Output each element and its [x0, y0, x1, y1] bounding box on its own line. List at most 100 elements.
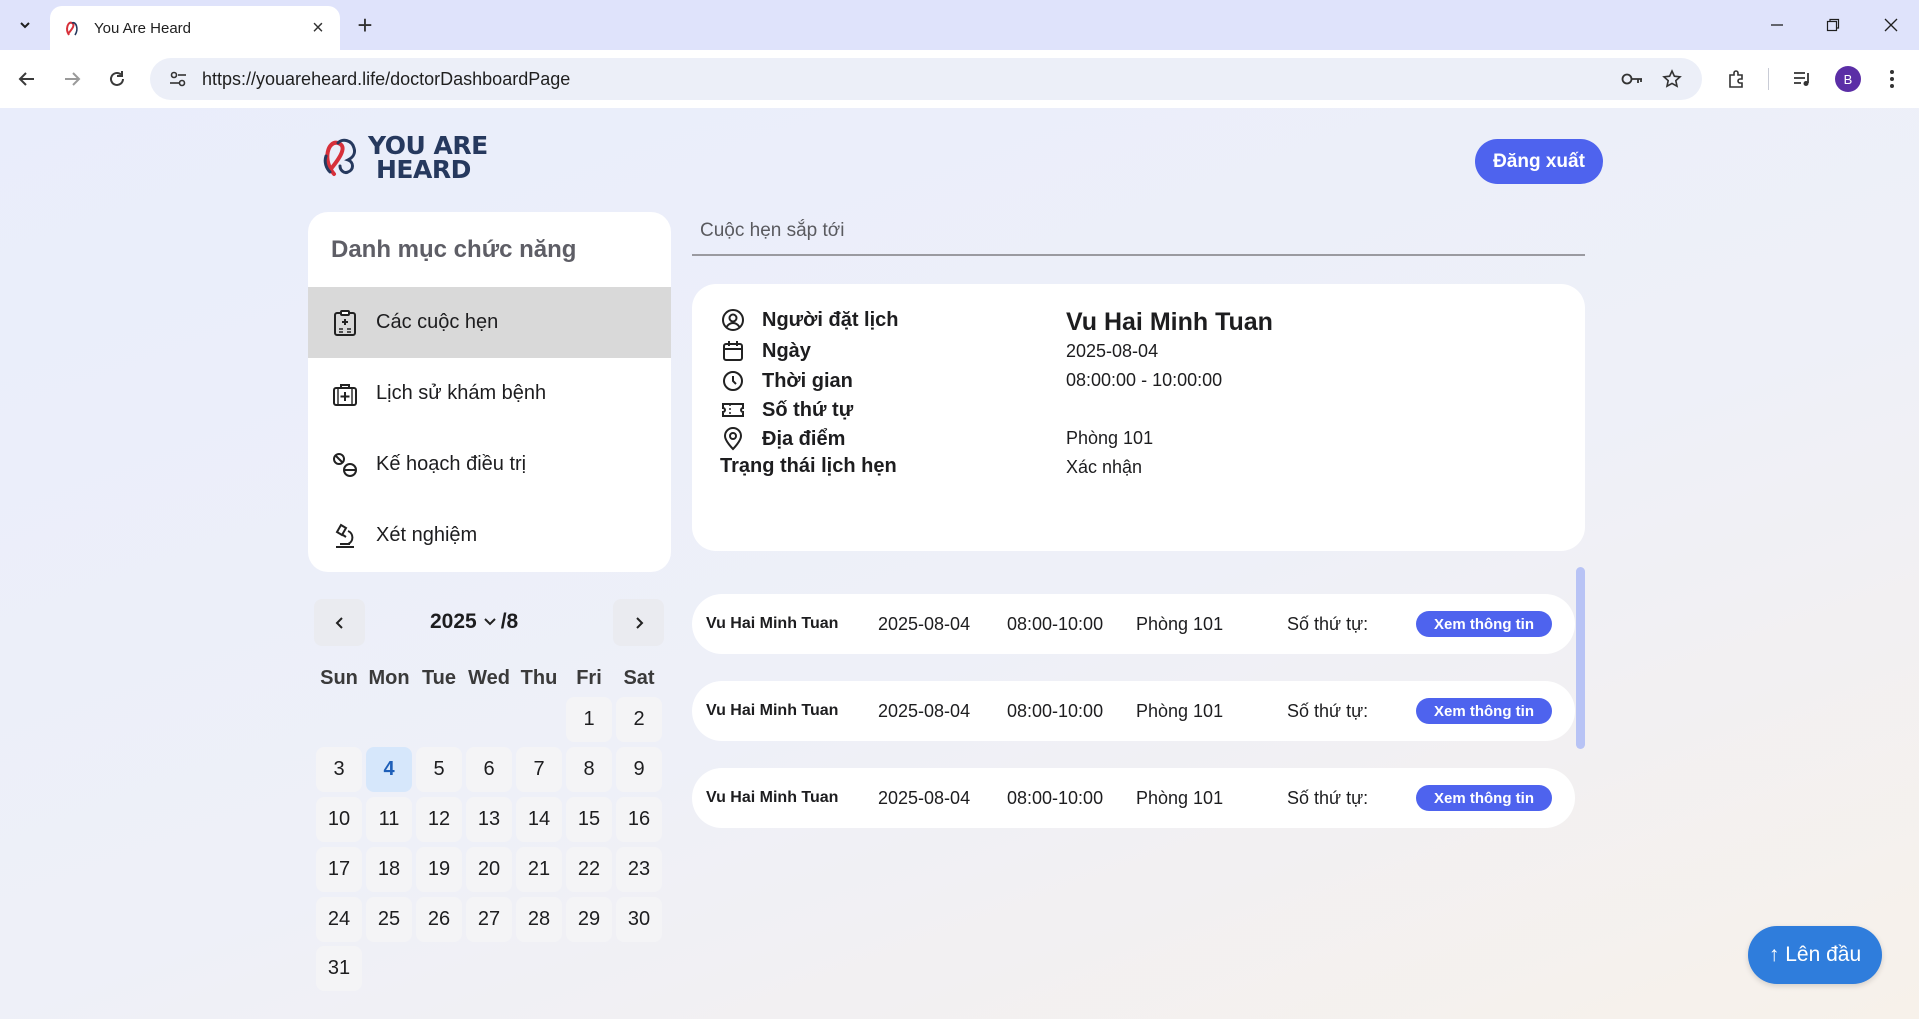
calendar-weekday-header: Tue [421, 667, 457, 689]
toolbar-separator [1768, 68, 1769, 90]
calendar-day[interactable]: 7 [516, 747, 562, 792]
calendar-day[interactable]: 18 [366, 847, 412, 892]
logout-button[interactable]: Đăng xuất [1475, 139, 1603, 184]
list-item-date: 2025-08-04 [878, 700, 971, 721]
calendar-day[interactable]: 5 [416, 747, 462, 792]
calendar-day[interactable]: 14 [516, 797, 562, 842]
calendar-day[interactable]: 9 [616, 747, 662, 792]
view-info-button[interactable]: Xem thông tin [1416, 611, 1552, 637]
site-settings-icon[interactable] [164, 70, 192, 88]
calendar-day[interactable]: 8 [566, 747, 612, 792]
detail-row-status: Trạng thái lịch hẹn [720, 455, 897, 478]
you-are-heard-logo[interactable]: YOU ARE HEARD [318, 133, 488, 184]
view-info-button[interactable]: Xem thông tin [1416, 785, 1552, 811]
list-item-name: Vu Hai Minh Tuan [706, 702, 839, 719]
browser-tab[interactable]: You Are Heard × [50, 6, 340, 50]
menu-item-label: Xét nghiệm [376, 524, 478, 546]
calendar-day[interactable]: 28 [516, 897, 562, 942]
detail-row-booker: Người đặt lịch [720, 307, 898, 333]
calendar-icon [720, 338, 746, 364]
calendar-day[interactable]: 25 [366, 897, 412, 942]
restore-icon[interactable] [1818, 10, 1848, 40]
calendar-day[interactable]: 11 [366, 797, 412, 842]
back-to-top-button[interactable]: ↑ Lên đầu [1748, 926, 1882, 984]
time-value: 08:00:00 - 10:00:00 [1066, 370, 1223, 390]
forward-arrow-icon[interactable] [57, 64, 87, 94]
calendar-day[interactable]: 16 [616, 797, 662, 842]
browser-menu-icon[interactable] [1877, 64, 1907, 94]
calendar-next-month-button[interactable] [613, 599, 664, 646]
address-bar[interactable]: https://youareheard.life/doctorDashboard… [150, 58, 1702, 100]
profile-avatar[interactable]: B [1835, 66, 1861, 92]
tab-search-chevron-icon[interactable] [8, 8, 42, 42]
appointment-list-item: Vu Hai Minh Tuan 2025-08-04 08:00-10:00 … [692, 594, 1575, 654]
url-path: /doctorDashboardPage [385, 68, 571, 89]
list-item-date: 2025-08-04 [878, 613, 971, 634]
appointment-detail-card: Người đặt lịch Vu Hai Minh Tuan Ngày 202… [692, 284, 1585, 551]
menu-item-medical-history[interactable]: Lịch sử khám bệnh [308, 358, 671, 429]
view-info-button[interactable]: Xem thông tin [1416, 698, 1552, 724]
calendar-day[interactable]: 24 [316, 897, 362, 942]
calendar-day-selected[interactable]: 4 [366, 747, 412, 792]
reload-icon[interactable] [102, 64, 132, 94]
calendar-day[interactable]: 6 [466, 747, 512, 792]
queue-label: Số thứ tự [762, 398, 854, 421]
calendar-day[interactable]: 13 [466, 797, 512, 842]
calendar-day[interactable]: 30 [616, 897, 662, 942]
minimize-icon[interactable] [1762, 10, 1792, 40]
menu-item-treatment-plan[interactable]: Kế hoạch điều trị [308, 429, 671, 500]
logo-text: YOU ARE HEARD [368, 133, 488, 184]
calendar-day[interactable]: 21 [516, 847, 562, 892]
calendar-weekday-header: Mon [368, 667, 410, 689]
calendar-day[interactable]: 29 [566, 897, 612, 942]
media-controls-icon[interactable] [1787, 64, 1817, 94]
calendar-day[interactable]: 22 [566, 847, 612, 892]
calendar-day[interactable]: 10 [316, 797, 362, 842]
calendar-day[interactable]: 12 [416, 797, 462, 842]
calendar-day[interactable]: 19 [416, 847, 462, 892]
calendar-weekday-header: Sat [623, 667, 655, 689]
status-value: Xác nhận [1066, 457, 1143, 477]
calendar-day[interactable]: 26 [416, 897, 462, 942]
bookmark-star-icon[interactable] [1656, 58, 1688, 100]
user-circle-icon [720, 307, 746, 333]
list-item-room: Phòng 101 [1136, 700, 1224, 721]
list-item-queue: Số thứ tự: [1287, 613, 1369, 634]
date-label: Ngày [762, 339, 811, 362]
map-pin-icon [720, 426, 746, 452]
browser-tab-strip: You Are Heard × + [0, 0, 1919, 50]
extensions-puzzle-icon[interactable] [1722, 64, 1752, 94]
ticket-icon [720, 397, 746, 423]
list-item-time: 08:00-10:00 [1007, 700, 1104, 721]
url-host: https://youareheard.life [202, 68, 386, 89]
calendar-day[interactable]: 1 [566, 697, 612, 742]
detail-row-queue: Số thứ tự [720, 397, 853, 423]
location-value: Phòng 101 [1066, 428, 1154, 448]
chevron-left-icon [335, 616, 343, 629]
upcoming-divider [692, 254, 1585, 256]
menu-item-lab-tests[interactable]: Xét nghiệm [308, 500, 671, 571]
calendar-day[interactable]: 3 [316, 747, 362, 792]
password-key-icon[interactable] [1616, 58, 1648, 100]
list-item-name: Vu Hai Minh Tuan [706, 615, 839, 632]
appointment-list[interactable]: Vu Hai Minh Tuan 2025-08-04 08:00-10:00 … [692, 574, 1585, 904]
list-scrollbar[interactable] [1576, 567, 1585, 749]
menu-item-appointments[interactable]: Các cuộc hẹn [308, 287, 671, 358]
calendar-day[interactable]: 17 [316, 847, 362, 892]
calendar-day[interactable]: 27 [466, 897, 512, 942]
close-window-icon[interactable] [1876, 10, 1906, 40]
tab-close-icon[interactable]: × [308, 17, 328, 40]
calendar-day[interactable]: 20 [466, 847, 512, 892]
calendar-year: 2025 [430, 610, 477, 633]
back-arrow-icon[interactable] [12, 64, 42, 94]
calendar-month-selector[interactable]: 2025 /8 [430, 602, 518, 642]
new-tab-plus-icon[interactable]: + [350, 10, 380, 40]
calendar-day[interactable]: 31 [316, 946, 362, 991]
calendar-day[interactable]: 2 [616, 697, 662, 742]
logo-ribbon-icon [323, 138, 356, 176]
logo-line-2: HEARD [376, 155, 471, 184]
calendar-day[interactable]: 23 [616, 847, 662, 892]
calendar-prev-month-button[interactable] [314, 599, 365, 646]
calendar-day[interactable]: 15 [566, 797, 612, 842]
list-item-time: 08:00-10:00 [1007, 613, 1104, 634]
